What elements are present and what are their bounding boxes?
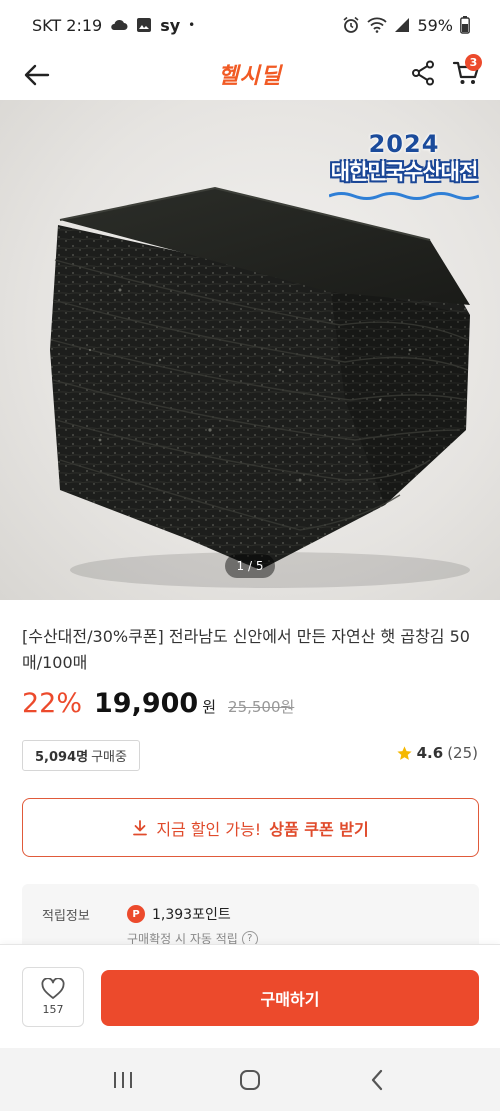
signal-icon: [394, 17, 410, 33]
heart-icon: [41, 978, 65, 999]
points-value: 1,393포인트: [152, 907, 231, 923]
cart-count-badge: 3: [465, 54, 482, 71]
battery-icon: [460, 16, 470, 34]
bottom-action-bar: 157 구매하기: [0, 944, 500, 1048]
rating-score: 4.6: [416, 744, 444, 762]
gallery-icon: [136, 17, 152, 33]
cart-button[interactable]: 3: [446, 54, 486, 92]
status-dot: •: [188, 18, 196, 32]
coupon-prefix: 지금 할인 가능!: [156, 819, 262, 839]
points-value-row: P 1,393포인트: [127, 904, 231, 924]
wishlist-count: 157: [42, 1003, 64, 1016]
badge-year: 2024: [368, 130, 440, 158]
battery-percent: 59%: [417, 15, 453, 35]
coupon-download-button[interactable]: 지금 할인 가능! 상품 쿠폰 받기: [22, 798, 479, 857]
cloud-icon: [110, 18, 128, 32]
wishlist-button[interactable]: 157: [22, 967, 84, 1027]
status-time: SKT 2:19: [32, 15, 103, 35]
rating-summary[interactable]: 4.6 (25): [396, 744, 478, 762]
coupon-label: 상품 쿠폰 받기: [269, 819, 369, 839]
chevron-left-icon: [371, 1069, 382, 1090]
back-arrow-icon: [24, 64, 50, 86]
back-button[interactable]: [20, 58, 54, 92]
original-price: 25,500원: [228, 698, 295, 716]
system-back-button[interactable]: [347, 1055, 407, 1105]
share-icon: [412, 60, 434, 86]
home-button[interactable]: [220, 1055, 280, 1105]
status-notif-text: sy: [160, 15, 181, 35]
alarm-icon: [342, 16, 360, 34]
product-title: [수산대전/30%쿠폰] 전라남도 신안에서 만든 자연산 햇 곱창김 50매/…: [22, 627, 470, 672]
currency-unit: 원: [202, 698, 217, 716]
app-logo[interactable]: 헬시딜: [218, 58, 282, 90]
sale-price: 19,900: [94, 688, 199, 719]
download-icon: [133, 819, 148, 835]
point-icon: P: [127, 905, 145, 923]
system-nav-bar: [0, 1048, 500, 1111]
buyers-suffix: 구매중: [91, 750, 127, 765]
points-label: 적립정보: [42, 909, 90, 924]
review-count: (25): [447, 744, 478, 762]
badge-title: 대한민국수산대전: [330, 160, 479, 184]
expo-badge: 2024 대한민국수산대전: [318, 130, 490, 205]
status-left: SKT 2:19 sy •: [32, 16, 195, 35]
wave-icon: [328, 192, 480, 200]
share-button[interactable]: [406, 56, 440, 90]
app-header: 헬시딜 3: [0, 50, 500, 98]
buyers-count: 5,094명: [35, 750, 89, 765]
buy-button[interactable]: 구매하기: [101, 970, 479, 1026]
recent-apps-button[interactable]: [93, 1055, 153, 1105]
star-icon: [397, 745, 412, 760]
product-image[interactable]: 2024 대한민국수산대전 1 / 5: [0, 100, 500, 600]
buyers-chip: 5,094명 구매중: [22, 740, 140, 771]
status-bar: SKT 2:19 sy • 59%: [0, 0, 500, 50]
discount-rate: 22%: [22, 688, 83, 719]
recent-apps-icon: [114, 1071, 133, 1088]
image-counter: 1 / 5: [225, 554, 275, 578]
price-row: 22% 19,900 원 25,500원: [22, 688, 294, 728]
status-right: 59%: [342, 16, 470, 35]
wifi-icon: [367, 17, 388, 33]
home-icon: [239, 1069, 260, 1090]
